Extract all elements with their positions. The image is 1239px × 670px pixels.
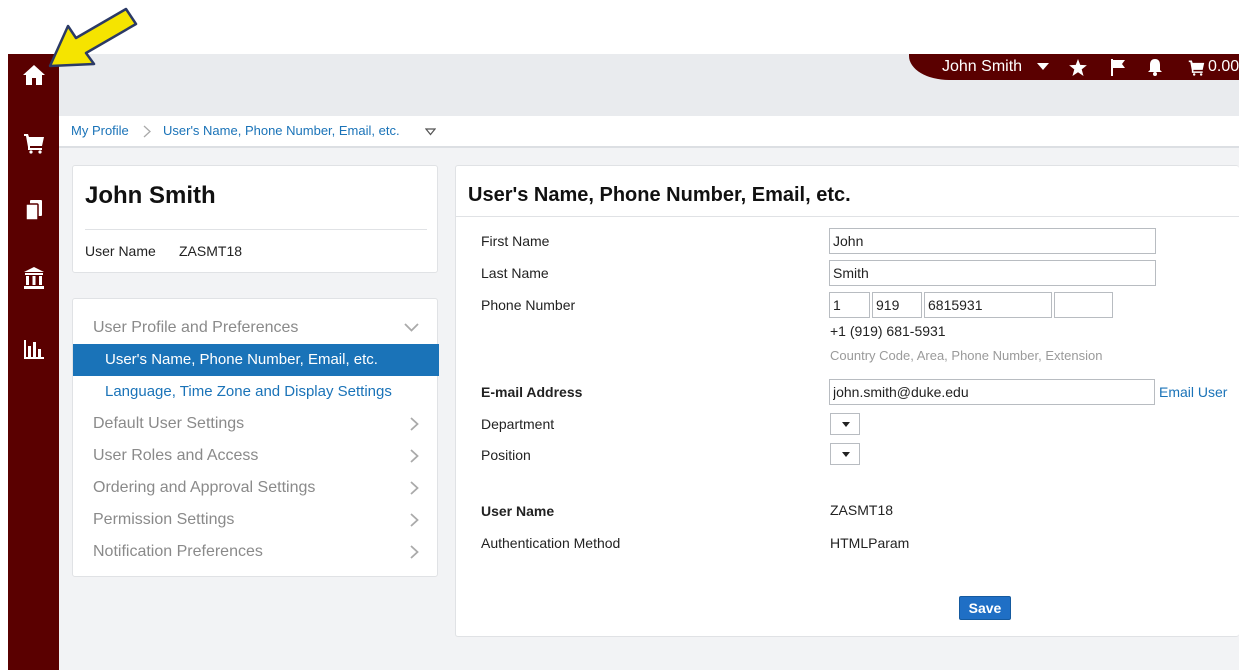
nav-item-label: User Roles and Access bbox=[93, 447, 259, 464]
bell-icon[interactable] bbox=[1147, 59, 1163, 76]
phone-area-code-input[interactable] bbox=[872, 292, 922, 318]
star-icon[interactable] bbox=[1069, 59, 1087, 76]
user-toolbar: John Smith 0.00 bbox=[909, 54, 1239, 80]
username-label: User Name bbox=[481, 503, 555, 519]
first-name-label: First Name bbox=[481, 233, 550, 249]
position-label: Position bbox=[481, 447, 531, 463]
phone-number-label: Phone Number bbox=[481, 297, 576, 313]
nav-user-roles-access[interactable]: User Roles and Access bbox=[73, 440, 439, 472]
save-button[interactable]: Save bbox=[959, 596, 1011, 620]
authentication-method-label: Authentication Method bbox=[481, 535, 621, 551]
left-nav-rail bbox=[8, 54, 59, 670]
divider bbox=[85, 229, 427, 230]
nav-item-label: Language, Time Zone and Display Settings bbox=[105, 383, 392, 400]
nav-sub-language-timezone[interactable]: Language, Time Zone and Display Settings bbox=[73, 376, 439, 408]
divider bbox=[456, 216, 1239, 217]
documents-icon[interactable] bbox=[8, 198, 59, 222]
nav-permission-settings[interactable]: Permission Settings bbox=[73, 504, 439, 536]
authentication-method-value: HTMLParam bbox=[830, 535, 910, 551]
chevron-right-icon bbox=[410, 417, 419, 431]
first-name-input[interactable] bbox=[829, 228, 1156, 254]
nav-item-label: User's Name, Phone Number, Email, etc. bbox=[105, 351, 378, 368]
breadcrumb: My Profile User's Name, Phone Number, Em… bbox=[59, 116, 1239, 148]
caret-down-icon bbox=[842, 422, 850, 427]
last-name-label: Last Name bbox=[481, 265, 549, 281]
phone-formatted: +1 (919) 681-5931 bbox=[830, 323, 946, 339]
caret-down-icon[interactable] bbox=[1037, 63, 1049, 71]
chevron-right-icon bbox=[143, 125, 151, 138]
nav-sub-users-name[interactable]: User's Name, Phone Number, Email, etc. bbox=[73, 344, 439, 376]
chevron-right-icon bbox=[410, 513, 419, 527]
nav-default-user-settings[interactable]: Default User Settings bbox=[73, 408, 439, 440]
chevron-right-icon bbox=[410, 481, 419, 495]
email-user-link[interactable]: Email User bbox=[1159, 384, 1227, 400]
caret-down-icon[interactable] bbox=[425, 128, 436, 136]
user-details-form: User's Name, Phone Number, Email, etc. F… bbox=[455, 165, 1239, 637]
email-input[interactable] bbox=[829, 379, 1155, 405]
phone-extension-input[interactable] bbox=[1054, 292, 1113, 318]
user-menu[interactable]: John Smith bbox=[942, 58, 1022, 76]
bar-chart-icon[interactable] bbox=[8, 338, 59, 360]
chevron-down-icon bbox=[404, 323, 419, 332]
nav-ordering-approval[interactable]: Ordering and Approval Settings bbox=[73, 472, 439, 504]
cart-icon[interactable] bbox=[1188, 59, 1205, 76]
settings-nav: User Profile and Preferences User's Name… bbox=[72, 298, 439, 577]
profile-name: John Smith bbox=[85, 182, 216, 209]
phone-country-code-input[interactable] bbox=[829, 292, 870, 318]
last-name-input[interactable] bbox=[829, 260, 1156, 286]
breadcrumb-my-profile[interactable]: My Profile bbox=[71, 123, 129, 138]
bank-icon[interactable] bbox=[8, 266, 59, 290]
profile-user-name-label: User Name bbox=[85, 243, 156, 259]
nav-item-label: Ordering and Approval Settings bbox=[93, 479, 316, 496]
chevron-right-icon bbox=[410, 449, 419, 463]
username-value: ZASMT18 bbox=[830, 502, 894, 518]
caret-down-icon bbox=[842, 452, 850, 457]
pointer-arrow-icon bbox=[48, 7, 138, 68]
profile-card: John Smith User Name ZASMT18 bbox=[72, 165, 438, 273]
breadcrumb-current[interactable]: User's Name, Phone Number, Email, etc. bbox=[163, 123, 400, 138]
nav-notification-preferences[interactable]: Notification Preferences bbox=[73, 536, 439, 568]
cart-total[interactable]: 0.00 bbox=[1208, 58, 1239, 76]
email-label: E-mail Address bbox=[481, 384, 583, 400]
department-label: Department bbox=[481, 416, 555, 432]
form-title: User's Name, Phone Number, Email, etc. bbox=[468, 184, 851, 206]
phone-number-input[interactable] bbox=[924, 292, 1052, 318]
cart-icon[interactable] bbox=[8, 132, 59, 154]
nav-item-label: User Profile and Preferences bbox=[93, 319, 299, 336]
nav-user-profile-preferences[interactable]: User Profile and Preferences bbox=[73, 312, 439, 344]
nav-item-label: Permission Settings bbox=[93, 511, 235, 528]
position-select[interactable] bbox=[830, 443, 860, 465]
nav-item-label: Notification Preferences bbox=[93, 543, 263, 560]
phone-hint: Country Code, Area, Phone Number, Extens… bbox=[830, 348, 1103, 363]
department-select[interactable] bbox=[830, 413, 860, 435]
profile-user-name-value: ZASMT18 bbox=[179, 243, 243, 259]
flag-icon[interactable] bbox=[1110, 59, 1126, 76]
chevron-right-icon bbox=[410, 545, 419, 559]
nav-item-label: Default User Settings bbox=[93, 415, 245, 432]
